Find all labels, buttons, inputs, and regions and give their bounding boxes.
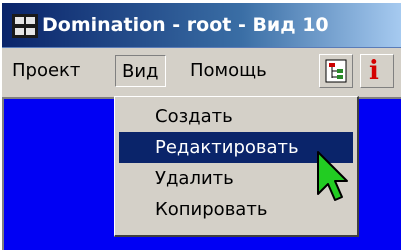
menu-project[interactable]: Проект (6, 55, 86, 87)
menu-view[interactable]: Вид (115, 55, 166, 87)
info-button[interactable]: i (360, 54, 394, 88)
menu-help[interactable]: Помощь (184, 55, 273, 87)
title-bar[interactable]: Domination - root - Вид 10 (2, 3, 401, 48)
window-title: Domination - root - Вид 10 (42, 14, 329, 36)
menu-bar: Проект Вид Помощь i (2, 48, 401, 97)
menu-item-create[interactable]: Создать (119, 101, 353, 132)
tree-view-icon (325, 59, 347, 83)
app-window-icon (12, 14, 38, 38)
tree-view-button[interactable] (319, 54, 353, 88)
info-icon: i (369, 56, 379, 86)
mouse-cursor-icon (317, 151, 348, 201)
